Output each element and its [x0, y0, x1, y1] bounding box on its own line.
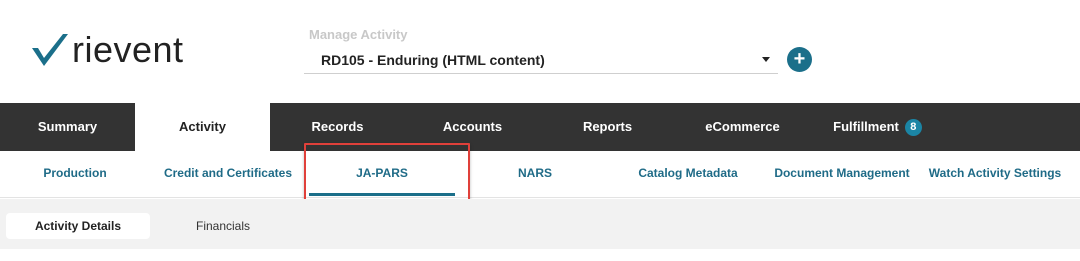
activity-sub-navigation: Production Credit and Certificates JA-PA… [0, 151, 1080, 198]
subtab-document-management[interactable]: Document Management [768, 151, 916, 197]
checkmark-logo-icon [32, 34, 68, 66]
activity-dropdown[interactable]: RD105 - Enduring (HTML content) [304, 46, 778, 74]
main-navigation: Summary Activity Records Accounts Report… [0, 103, 1080, 151]
plus-icon: + [793, 48, 806, 70]
tab-financials[interactable]: Financials [160, 213, 286, 239]
tab-summary[interactable]: Summary [0, 103, 135, 151]
app-header: rievent Manage Activity RD105 - Enduring… [0, 0, 1080, 103]
subtab-watch-activity-settings[interactable]: Watch Activity Settings [922, 151, 1068, 197]
tab-ecommerce[interactable]: eCommerce [675, 103, 810, 151]
tab-activity-details[interactable]: Activity Details [6, 213, 150, 239]
selected-activity: RD105 - Enduring (HTML content) [321, 52, 545, 68]
detail-tabs: Activity Details Financials [0, 199, 1080, 249]
add-activity-button[interactable]: + [787, 47, 812, 72]
tab-fulfillment[interactable]: Fulfillment 8 [810, 103, 945, 151]
fulfillment-count-badge: 8 [904, 119, 922, 136]
tab-reports[interactable]: Reports [540, 103, 675, 151]
rievent-logo[interactable]: rievent [30, 30, 184, 70]
subtab-credit-and-certificates[interactable]: Credit and Certificates [150, 151, 306, 197]
subtab-production[interactable]: Production [10, 151, 140, 197]
manage-activity-label: Manage Activity [309, 27, 408, 42]
tab-activity[interactable]: Activity [135, 103, 270, 151]
tab-fulfillment-label: Fulfillment [833, 119, 899, 134]
subtab-nars[interactable]: NARS [465, 151, 605, 197]
caret-down-icon[interactable] [762, 57, 770, 62]
subtab-catalog-metadata[interactable]: Catalog Metadata [618, 151, 758, 197]
brand-name: rievent [72, 29, 184, 70]
